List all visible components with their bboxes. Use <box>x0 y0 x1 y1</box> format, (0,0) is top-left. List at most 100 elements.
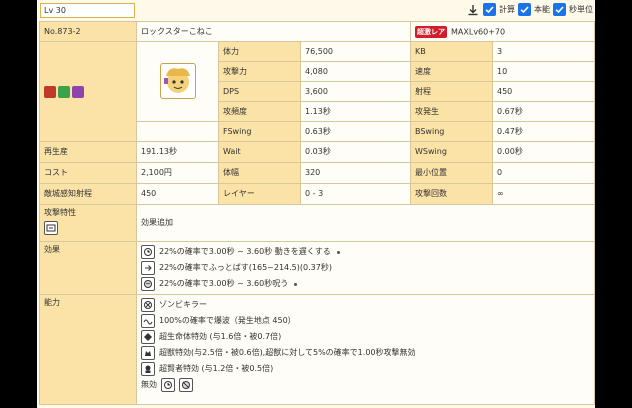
range-label: 射程 <box>410 81 493 102</box>
image-cell-blank <box>136 121 219 142</box>
abilities-label: 能力 <box>39 294 137 405</box>
form-2-icon[interactable] <box>58 85 70 98</box>
dps-label: DPS <box>218 81 301 102</box>
kb-label: KB <box>410 41 493 62</box>
ability-text: 超生命体特効 (与1.6倍・被0.7倍) <box>159 332 282 341</box>
width-label: 体幅 <box>218 162 301 184</box>
ability-row: ゾンビキラー <box>141 297 590 313</box>
respawn-value: 191.13秒 <box>136 141 219 163</box>
ability-text: 超獣特効(与2.5倍・被0.6倍),超獣に対して5%の確率で1.00秒攻撃無効 <box>159 348 416 357</box>
cat-portrait-icon <box>163 67 190 93</box>
respawn-label: 再生産 <box>39 141 137 163</box>
calc-checkbox-label: 計算 <box>499 5 515 14</box>
rarity-cell: 超激レア MAXLv60+70 <box>409 21 595 42</box>
effect-row: 22%の確率でふっとばす(165~214.5)(0.37秒) <box>141 260 590 276</box>
hp-label: 体力 <box>218 41 301 62</box>
effects-cell: 22%の確率で3.00秒 ~ 3.60秒 動きを遅くする 22%の確率でふっとば… <box>135 241 595 295</box>
attack-count-label: 攻撃回数 <box>410 183 493 205</box>
immune-curse-icon <box>179 378 193 392</box>
curse-icon <box>141 277 155 291</box>
speed-label: 速度 <box>410 61 493 82</box>
form-1-icon[interactable] <box>44 85 56 98</box>
wave-blast-icon <box>141 314 155 328</box>
trait-icon <box>44 221 58 235</box>
ability-text: 100%の確率で爆波（発生地点 450） <box>159 316 296 325</box>
cost-label: コスト <box>39 162 137 184</box>
cost-value: 2,100円 <box>136 162 219 184</box>
attack-value: 4,080 <box>300 61 411 82</box>
super-lifeform-icon <box>141 330 155 344</box>
ability-row: 超賢者特効 (与1.2倍・被0.5倍) <box>141 361 590 377</box>
immune-slow-icon <box>161 378 175 392</box>
instinct-checkbox[interactable] <box>518 3 531 16</box>
form-icons <box>44 85 132 98</box>
seconds-checkbox-label: 秒単位 <box>569 5 593 14</box>
trait-cell: 攻撃特性 <box>39 204 137 242</box>
layer-label: レイヤー <box>218 183 301 205</box>
ability-row: 超獣特効(与2.5倍・被0.6倍),超獣に対して5%の確率で1.00秒攻撃無効 <box>141 345 590 361</box>
effect-text: 22%の確率で3.00秒 ~ 3.60秒呪う <box>159 279 289 288</box>
calc-checkbox[interactable] <box>483 3 496 16</box>
foreswing-value: 0.67秒 <box>491 101 595 122</box>
dps-value: 3,600 <box>300 81 411 102</box>
unit-name: ロックスターこねこ <box>136 21 411 42</box>
max-level: MAXLv60+70 <box>451 27 506 36</box>
super-beast-icon <box>141 346 155 360</box>
download-icon[interactable] <box>467 4 479 16</box>
check-icon <box>520 6 529 14</box>
immunity-row: 無効 <box>141 377 590 393</box>
range-value: 450 <box>491 81 595 102</box>
detect-range-value: 450 <box>136 183 219 205</box>
instinct-checkbox-label: 本能 <box>534 5 550 14</box>
zombie-killer-icon <box>141 298 155 312</box>
unit-number: No.873-2 <box>39 21 137 42</box>
wswing-label: WSwing <box>410 141 493 163</box>
sage-icon <box>141 362 155 376</box>
seconds-checkbox[interactable] <box>553 3 566 16</box>
ability-row: 100%の確率で爆波（発生地点 450） <box>141 313 590 329</box>
frequency-value: 1.13秒 <box>300 101 411 122</box>
slow-icon <box>141 245 155 259</box>
effect-text: 22%の確率でふっとばす(165~214.5)(0.37秒) <box>159 263 332 272</box>
hp-value: 76,500 <box>300 41 411 62</box>
check-icon <box>485 6 494 14</box>
abilities-cell: ゾンビキラー 100%の確率で爆波（発生地点 450） 超生命体特効 (与1.6… <box>135 294 595 405</box>
unit-type-icons-cell <box>39 41 137 142</box>
fswing-value: 0.63秒 <box>300 121 411 142</box>
wait-value: 0.03秒 <box>300 141 411 163</box>
rarity-badge: 超激レア <box>415 25 447 38</box>
unit-image-cell <box>136 41 219 122</box>
layer-value: 0 - 3 <box>300 183 411 205</box>
bswing-value: 0.47秒 <box>491 121 595 142</box>
ability-text: ゾンビキラー <box>159 300 207 309</box>
attack-label: 攻撃力 <box>218 61 301 82</box>
frequency-label: 攻頻度 <box>218 101 301 122</box>
trait-value: 効果追加 <box>135 204 595 242</box>
top-toolbar: Lv 30 計算 本能 秒単位 <box>37 0 595 20</box>
fswing-label: FSwing <box>218 121 301 142</box>
min-position-label: 最小位置 <box>410 162 493 184</box>
attack-count-value: ∞ <box>491 183 595 205</box>
trait-label: 攻撃特性 <box>44 208 76 217</box>
speed-value: 10 <box>491 61 595 82</box>
detect-range-label: 敵城感知射程 <box>39 183 137 205</box>
bswing-label: BSwing <box>410 121 493 142</box>
min-position-value: 0 <box>491 162 595 184</box>
width-value: 320 <box>300 162 411 184</box>
effect-row: 22%の確率で3.00秒 ~ 3.60秒呪う <box>141 276 590 292</box>
check-icon <box>555 6 564 14</box>
kb-value: 3 <box>491 41 595 62</box>
level-input[interactable]: Lv 30 <box>40 3 135 18</box>
effect-row: 22%の確率で3.00秒 ~ 3.60秒 動きを遅くする <box>141 244 590 260</box>
wait-label: Wait <box>218 141 301 163</box>
effect-text: 22%の確率で3.00秒 ~ 3.60秒 動きを遅くする <box>159 247 331 256</box>
unit-stats-panel: Lv 30 計算 本能 秒単位 No.873-2 ロックスターこねこ 超激レア M… <box>37 0 595 408</box>
knockback-icon <box>141 261 155 275</box>
foreswing-label: 攻発生 <box>410 101 493 122</box>
effects-label: 効果 <box>39 241 137 295</box>
ability-row: 超生命体特効 (与1.6倍・被0.7倍) <box>141 329 590 345</box>
form-3-icon[interactable] <box>72 85 84 98</box>
immunity-label: 無効 <box>141 380 157 389</box>
stats-table: No.873-2 ロックスターこねこ 超激レア MAXLv60+70 体力 76… <box>39 21 595 405</box>
ability-text: 超賢者特効 (与1.2倍・被0.5倍) <box>159 364 274 373</box>
